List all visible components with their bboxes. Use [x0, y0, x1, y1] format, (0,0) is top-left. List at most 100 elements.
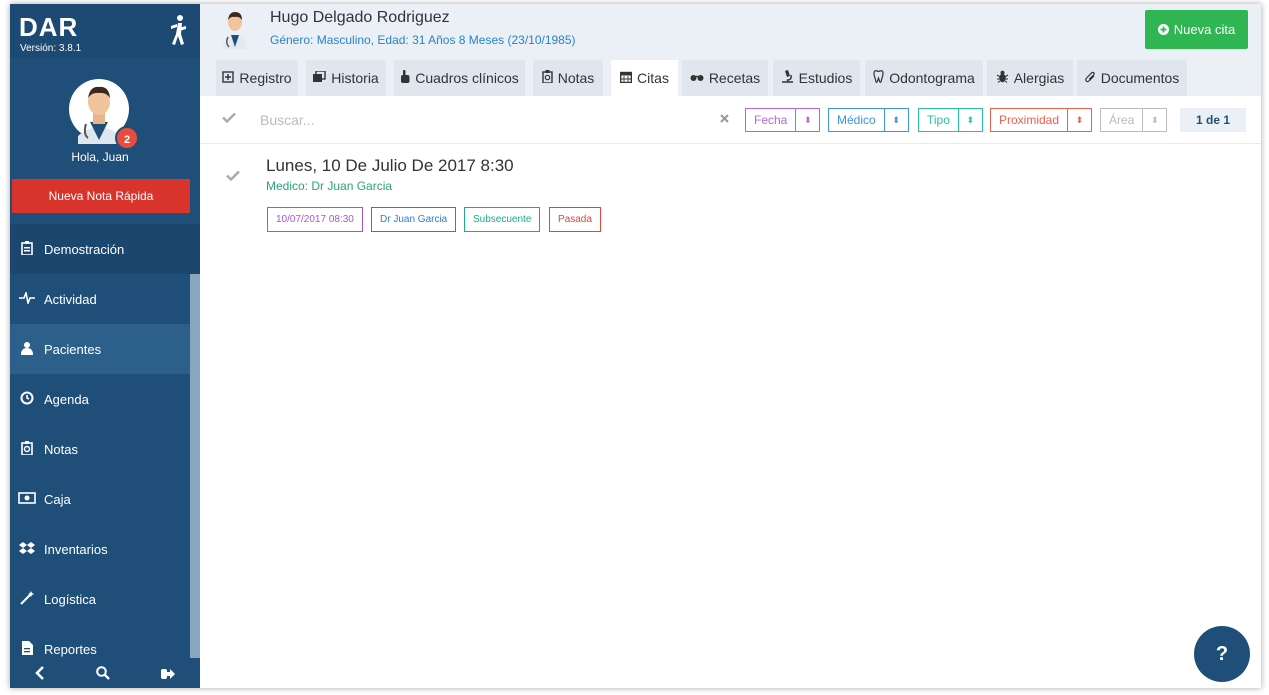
tag-type: Subsecuente [464, 207, 541, 232]
sidebar-item-label: Notas [44, 441, 78, 457]
filter-label: Médico [837, 113, 876, 127]
sidebar-scroll-track [190, 224, 200, 274]
sidebar: DAR Versión: 3.8.1 2 Hola, Juan Nueva No… [10, 4, 200, 688]
sidebar-item-label: Agenda [44, 391, 89, 407]
search-icon[interactable] [96, 666, 110, 683]
patient-info: Género: Masculino, Edad: 31 Años 8 Meses… [270, 33, 576, 47]
help-button[interactable]: ? [1194, 626, 1250, 682]
pagination[interactable]: 1 de 1 [1180, 108, 1246, 132]
user-profile [10, 58, 200, 183]
tab-cuadros-clinicos[interactable]: Cuadros clínicos [394, 60, 525, 96]
filter-label: Área [1109, 113, 1135, 127]
sidebar-item-inventarios[interactable]: Inventarios [10, 524, 190, 574]
app-logo: DAR [19, 12, 79, 42]
sort-icon: ⬍ [1067, 109, 1091, 131]
main-content: Hugo Delgado Rodriguez Género: Masculino… [200, 4, 1261, 688]
select-all-check-icon[interactable] [222, 110, 236, 127]
tag-date: 10/07/2017 08:30 [267, 207, 363, 232]
app-window: DAR Versión: 3.8.1 2 Hola, Juan Nueva No… [10, 4, 1261, 688]
sidebar-item-label: Pacientes [44, 341, 102, 357]
sidebar-item-label: Logística [44, 591, 97, 607]
register-icon [222, 70, 235, 86]
tag-doctor: Dr Juan Garcia [371, 207, 457, 232]
sidebar-bottom-bar [10, 661, 200, 688]
tab-label: Recetas [708, 70, 761, 86]
plus-circle-icon [1157, 24, 1169, 35]
sidebar-item-actividad[interactable]: Actividad [10, 274, 190, 324]
sidebar-item-label: Inventarios [44, 541, 108, 557]
sidebar-scrollbar[interactable] [190, 274, 200, 658]
tab-label: Estudios [798, 70, 853, 86]
search-bar: Fecha ⬍ Médico ⬍ Tipo ⬍ Proximidad ⬍ Áre… [200, 96, 1261, 144]
appointment-check-icon[interactable] [226, 168, 240, 185]
magic-wand-icon [10, 590, 44, 608]
sidebar-item-agenda[interactable]: Agenda [10, 374, 190, 424]
new-appointment-button[interactable]: Nueva cita [1145, 10, 1248, 49]
sidebar-item-logistica[interactable]: Logística [10, 574, 190, 624]
sidebar-item-caja[interactable]: Caja [10, 474, 190, 524]
filter-label: Tipo [927, 113, 950, 127]
filter-tipo[interactable]: Tipo ⬍ [918, 108, 983, 132]
tab-registro[interactable]: Registro [216, 60, 298, 96]
brand-mark-icon [171, 15, 186, 45]
tab-label: Historia [331, 70, 379, 86]
tab-alergias[interactable]: Alergias [987, 60, 1073, 96]
tab-label: Notas [557, 70, 595, 86]
collapse-left-icon[interactable] [35, 666, 45, 683]
tab-historia[interactable]: Historia [306, 60, 386, 96]
tab-label: Alergias [1013, 70, 1065, 86]
search-input[interactable] [260, 108, 680, 132]
sidebar-item-label: Caja [44, 491, 71, 507]
tab-documentos[interactable]: Documentos [1077, 60, 1187, 96]
history-icon [313, 70, 326, 85]
tab-notas[interactable]: Notas [533, 60, 603, 96]
tab-recetas[interactable]: Recetas [682, 60, 768, 96]
clear-search-icon[interactable] [720, 112, 729, 126]
tab-citas[interactable]: Citas [611, 60, 678, 96]
quick-note-button[interactable]: Nueva Nota Rápida [12, 179, 190, 213]
new-appointment-label: Nueva cita [1173, 22, 1236, 37]
tab-label: Citas [637, 70, 669, 86]
clipboard-icon [10, 240, 44, 258]
logout-icon[interactable] [160, 667, 175, 683]
sidebar-item-label: Actividad [44, 291, 97, 307]
notification-badge[interactable]: 2 [115, 126, 139, 150]
filter-area[interactable]: Área ⬍ [1100, 108, 1168, 132]
tab-label: Documentos [1100, 70, 1180, 86]
notes-icon [542, 70, 553, 86]
paperclip-icon [1084, 71, 1096, 86]
glasses-icon [690, 71, 704, 85]
appointment-title[interactable]: Lunes, 10 De Julio De 2017 8:30 [266, 156, 514, 176]
notes-icon [10, 440, 44, 458]
sort-icon: ⬍ [883, 109, 908, 131]
tab-label: Cuadros clínicos [415, 70, 519, 86]
tab-odontograma[interactable]: Odontograma [865, 60, 983, 96]
patient-header: Hugo Delgado Rodriguez Género: Masculino… [200, 4, 1261, 56]
appointment-item[interactable]: Lunes, 10 De Julio De 2017 8:30 Medico: … [200, 144, 1261, 244]
tag-status: Pasada [549, 207, 601, 232]
file-icon [10, 640, 44, 658]
sidebar-item-demostracion[interactable]: Demostración [10, 224, 190, 274]
filter-proximidad[interactable]: Proximidad ⬍ [990, 108, 1093, 132]
sort-icon: ⬍ [795, 109, 819, 131]
tab-estudios[interactable]: Estudios [773, 60, 860, 96]
microscope-icon [781, 70, 794, 86]
tab-label: Odontograma [889, 70, 975, 86]
heartbeat-icon [10, 290, 44, 307]
sidebar-item-notas[interactable]: Notas [10, 424, 190, 474]
tabs-bar: Registro Historia Cuadros clínicos Notas… [200, 56, 1261, 96]
clock-icon [10, 391, 44, 408]
sidebar-item-pacientes[interactable]: Pacientes [10, 324, 190, 374]
patient-avatar [223, 12, 247, 49]
filter-medico[interactable]: Médico ⬍ [828, 108, 909, 132]
sort-icon: ⬍ [1142, 109, 1166, 131]
app-version: Versión: 3.8.1 [20, 43, 82, 54]
sort-icon: ⬍ [957, 109, 982, 131]
sidebar-menu: Demostración Actividad Pacientes Agenda [10, 224, 190, 674]
filter-label: Fecha [754, 113, 788, 127]
filter-fecha[interactable]: Fecha ⬍ [745, 108, 821, 132]
tab-label: Registro [239, 70, 292, 86]
bug-icon [996, 70, 1009, 86]
filter-label: Proximidad [999, 113, 1060, 127]
user-icon [10, 341, 44, 358]
